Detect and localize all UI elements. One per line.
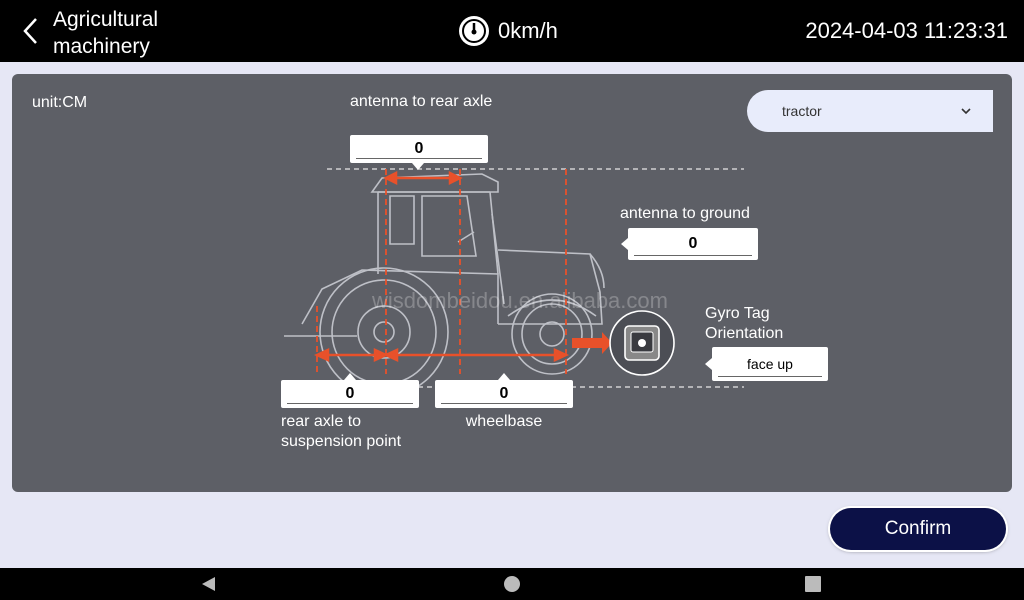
speed-value: 0km/h <box>498 18 558 43</box>
antenna-to-ground-label: antenna to ground <box>620 205 750 222</box>
antenna-to-rear-axle-label: antenna to rear axle <box>350 93 493 110</box>
page-title: Agricultural machinery <box>53 8 159 58</box>
top-bar: Agricultural machinery 0km/h 2024-04-03 … <box>0 0 1024 62</box>
gyro-orientation-label: Gyro Tag Orientation <box>705 305 784 342</box>
chevron-down-icon <box>961 108 971 115</box>
gyro-device-icon <box>609 310 675 376</box>
unit-label: unit:CM <box>32 94 88 111</box>
antenna-to-ground-input[interactable]: 0 <box>628 228 758 260</box>
wheelbase-input[interactable]: 0 <box>435 380 573 408</box>
wheelbase-label: wheelbase <box>465 413 543 430</box>
speedometer-icon <box>459 16 489 46</box>
vehicle-type-value: tractor <box>782 103 822 119</box>
pointer-up-icon <box>498 373 510 380</box>
pointer-left-icon <box>621 238 628 250</box>
system-nav-bar <box>0 568 1024 600</box>
pointer-down-icon <box>412 163 424 170</box>
rear-axle-to-suspension-input[interactable]: 0 <box>281 380 419 408</box>
pointer-up-icon <box>344 373 356 380</box>
speed-indicator: 0km/h <box>458 14 558 48</box>
gyro-orientation-select[interactable]: face up <box>712 347 828 381</box>
antenna-to-rear-axle-input[interactable]: 0 <box>350 135 488 163</box>
back-arrow-icon[interactable] <box>18 14 46 48</box>
nav-recents-icon[interactable] <box>804 575 822 593</box>
vehicle-type-select[interactable]: tractor <box>747 90 993 132</box>
watermark: wisdombeidou.en.alibaba.com <box>371 288 668 313</box>
datetime: 2024-04-03 11:23:31 <box>805 18 1008 43</box>
config-panel: wisdombeidou.en.alibaba.com unit:CM trac… <box>12 74 1012 492</box>
pointer-left-icon <box>705 358 712 370</box>
nav-back-icon[interactable] <box>199 575 217 593</box>
rear-axle-to-suspension-label: rear axle to suspension point <box>281 413 402 450</box>
nav-home-icon[interactable] <box>503 575 521 593</box>
confirm-button[interactable]: Confirm <box>830 508 1006 550</box>
